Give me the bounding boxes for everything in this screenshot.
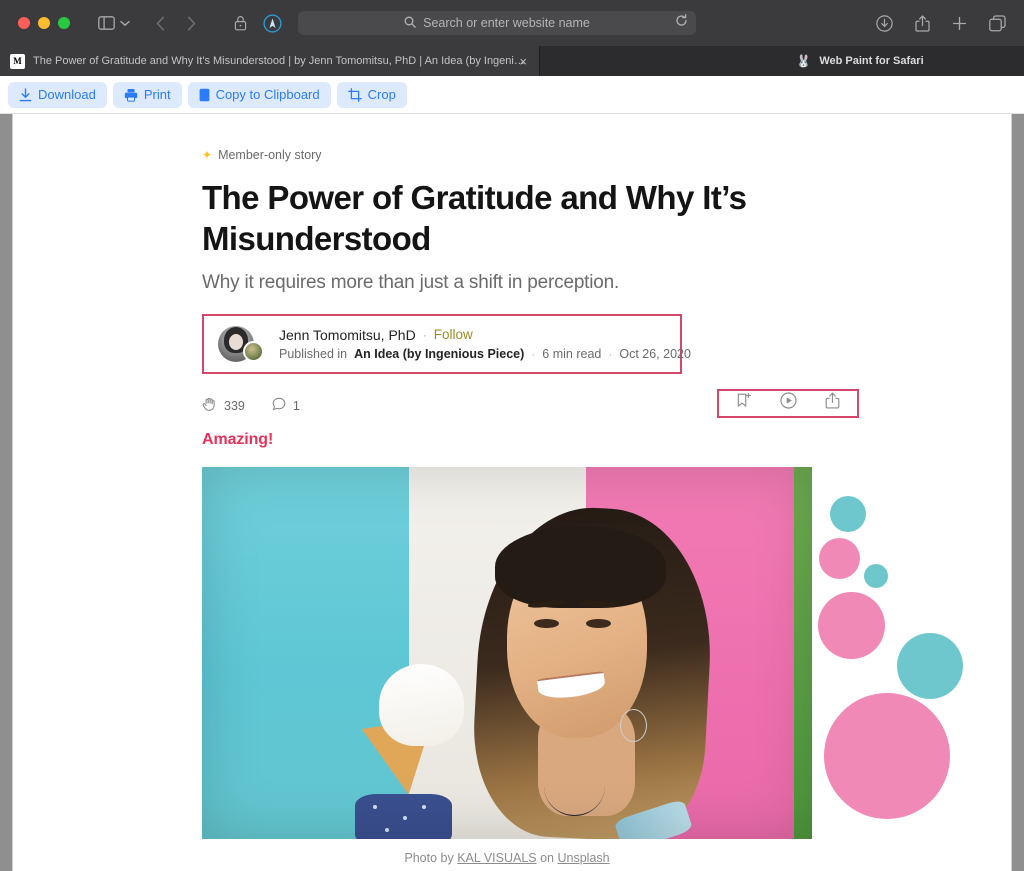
window-traffic-lights: [18, 17, 70, 29]
medium-article-page: ✦ Member-only story The Power of Gratitu…: [12, 114, 1012, 871]
tab-title: Web Paint for Safari: [819, 55, 924, 67]
circle-teal-medium: [897, 633, 963, 699]
clipboard-icon: [199, 88, 210, 102]
listen-play-icon[interactable]: [780, 392, 797, 414]
follow-button[interactable]: Follow: [434, 327, 473, 342]
publish-date: Oct 26, 2020: [619, 346, 691, 361]
web-paint-toolbar: Download Print Copy to Clipboard Crop: [0, 76, 1024, 114]
member-only-badge: ✦ Member-only story: [202, 148, 822, 162]
star-icon: ✦: [202, 148, 213, 162]
back-button[interactable]: [156, 15, 165, 31]
lock-icon[interactable]: [234, 15, 247, 31]
avatar-group: [218, 325, 266, 362]
print-button-label: Print: [143, 87, 171, 102]
caption-middle: on: [540, 850, 555, 865]
medium-favicon-icon: M: [10, 53, 25, 69]
address-bar[interactable]: Search or enter website name: [298, 11, 696, 35]
circle-teal-tiny: [864, 564, 888, 588]
photo-illustration: [202, 466, 812, 839]
sidebar-icon[interactable]: [98, 16, 115, 30]
article-headline: The Power of Gratitude and Why It’s Misu…: [202, 179, 747, 257]
comment-count: 1: [292, 398, 300, 413]
webpage-viewport: ✦ Member-only story The Power of Gratitu…: [0, 114, 1024, 871]
browser-toolbar: Search or enter website name: [0, 0, 1024, 46]
comment-icon: [272, 397, 286, 414]
clap-icon: [202, 397, 217, 415]
navigation-controls: [156, 15, 196, 31]
annotation-circles-group: [807, 466, 997, 866]
download-icon[interactable]: [876, 14, 893, 32]
download-button[interactable]: Download: [8, 81, 107, 108]
publication-avatar[interactable]: [243, 340, 264, 362]
search-icon: [404, 16, 416, 31]
circle-teal-small-top: [830, 496, 866, 532]
comment-button[interactable]: 1: [272, 397, 300, 414]
read-time: 6 min read: [542, 346, 602, 361]
byline-text: Jenn Tomomitsu, PhD · Follow Published i…: [279, 327, 691, 361]
share-icon[interactable]: [915, 14, 930, 32]
browser-right-tools: [876, 14, 1006, 32]
caption-source-link[interactable]: Unsplash: [558, 851, 610, 865]
crop-button-label: Crop: [367, 87, 396, 102]
bookmark-add-icon[interactable]: [736, 392, 752, 414]
byline-separator: ·: [422, 327, 427, 342]
tab-title: The Power of Gratitude and Why It's Misu…: [33, 55, 529, 67]
download-button-label: Download: [38, 87, 96, 102]
article-subheadline: Why it requires more than just a shift i…: [202, 271, 620, 293]
circle-pink-small: [819, 538, 860, 579]
byline-separator: ·: [531, 346, 536, 361]
tab-article[interactable]: M The Power of Gratitude and Why It's Mi…: [0, 46, 540, 76]
sidebar-controls: [98, 16, 130, 30]
chevron-down-icon[interactable]: [120, 20, 130, 27]
print-button[interactable]: Print: [112, 81, 182, 108]
web-paint-extension-icon[interactable]: [263, 13, 282, 33]
byline-separator: ·: [608, 346, 613, 361]
member-only-label: Member-only story: [218, 148, 322, 162]
site-controls: [234, 13, 282, 33]
crop-icon: [347, 87, 362, 102]
forward-button[interactable]: [187, 15, 196, 31]
caption-photographer-link[interactable]: KAL VISUALS: [457, 851, 536, 865]
bunny-icon: 🐰: [796, 54, 812, 68]
copy-to-clipboard-button-label: Copy to Clipboard: [215, 87, 320, 102]
published-in-label: Published in: [279, 346, 348, 361]
minimize-window-button[interactable]: [38, 17, 50, 29]
tab-bar: M The Power of Gratitude and Why It's Mi…: [0, 46, 1024, 76]
annotation-text-amazing: Amazing!: [202, 430, 274, 448]
tab-web-paint[interactable]: 🐰 Web Paint for Safari: [715, 46, 1005, 76]
zoom-window-button[interactable]: [58, 17, 70, 29]
close-window-button[interactable]: [18, 17, 30, 29]
copy-to-clipboard-button[interactable]: Copy to Clipboard: [187, 81, 331, 108]
download-arrow-icon: [19, 87, 32, 102]
author-name[interactable]: Jenn Tomomitsu, PhD: [279, 327, 416, 343]
action-icons-highlight-box: [717, 388, 859, 418]
share-icon[interactable]: [825, 392, 840, 414]
tab-overview-icon[interactable]: [989, 14, 1006, 32]
address-bar-placeholder: Search or enter website name: [423, 16, 590, 30]
image-caption: Photo by KAL VISUALS on Unsplash: [202, 851, 812, 865]
circle-pink-medium: [818, 592, 885, 659]
plus-icon[interactable]: [952, 16, 967, 31]
publication-name[interactable]: An Idea (by Ingenious Piece): [354, 347, 524, 361]
caption-prefix: Photo by: [404, 850, 454, 865]
byline-highlight-box: Jenn Tomomitsu, PhD · Follow Published i…: [202, 313, 691, 374]
close-tab-button[interactable]: ×: [519, 55, 527, 68]
clap-count: 339: [224, 398, 245, 413]
clap-button[interactable]: 339: [202, 397, 245, 415]
circle-pink-large: [824, 693, 950, 819]
printer-icon: [124, 88, 138, 102]
crop-button[interactable]: Crop: [336, 81, 407, 108]
reload-icon[interactable]: [675, 14, 688, 32]
screenshot-root: Search or enter website name M The Power…: [0, 0, 1024, 871]
engagement-bar: 339 1: [202, 388, 859, 421]
article-hero-image: [202, 466, 812, 839]
